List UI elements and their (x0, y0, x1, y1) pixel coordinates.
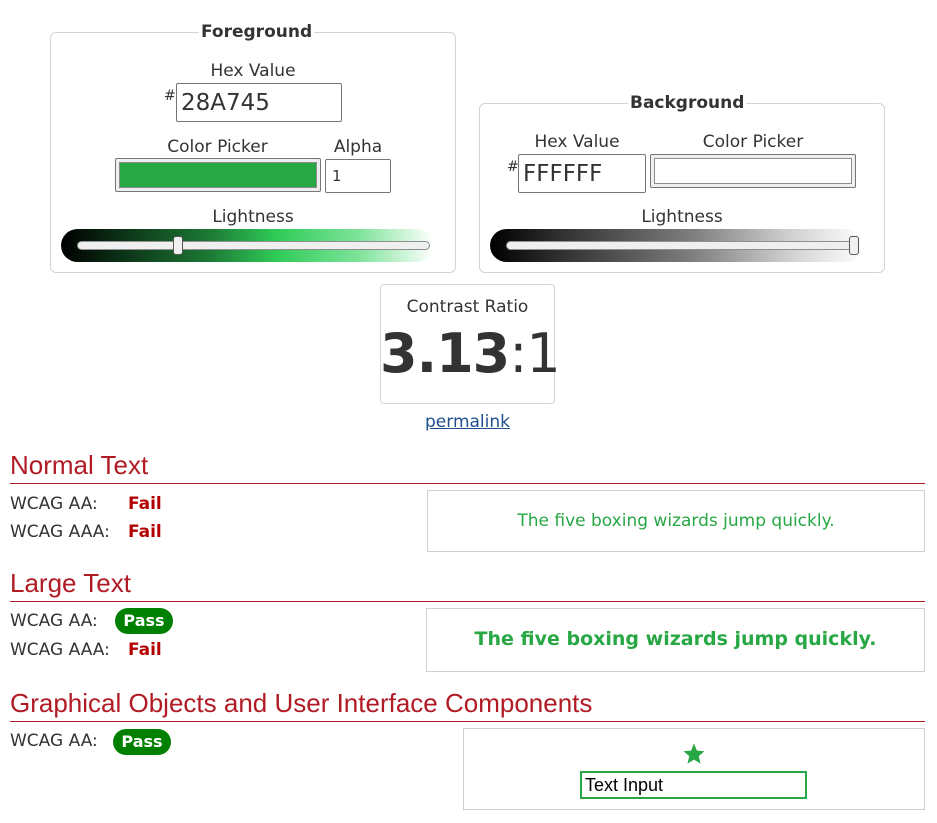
large-text-heading: Large Text (10, 568, 131, 598)
bg-lightness-thumb[interactable] (849, 236, 859, 255)
permalink-link[interactable]: permalink (380, 412, 555, 432)
fg-alpha-input[interactable] (325, 159, 391, 193)
normal-aaa-result: Fail (128, 522, 162, 542)
bg-lightness-slider[interactable] (490, 229, 863, 262)
fg-lightness-track (77, 241, 430, 250)
normal-text-heading: Normal Text (10, 450, 149, 480)
fg-hex-label: Hex Value (210, 61, 296, 81)
bg-color-picker[interactable] (650, 154, 856, 188)
fg-lightness-slider[interactable] (61, 229, 434, 262)
bg-lightness-track (506, 241, 859, 250)
graphical-aa-result: Pass (113, 729, 171, 755)
contrast-ratio-label: Contrast Ratio (406, 297, 529, 317)
large-aa-label: WCAG AA: (10, 611, 98, 631)
bg-color-swatch (654, 158, 852, 184)
contrast-ratio-number: 3.13 (380, 322, 510, 385)
normal-text-divider (10, 483, 925, 484)
star-icon (683, 743, 705, 764)
fg-alpha-label: Alpha (333, 137, 383, 157)
fg-hash-symbol: # (164, 88, 176, 104)
bg-hex-input[interactable] (518, 154, 646, 193)
normal-aaa-label: WCAG AAA: (10, 522, 110, 542)
foreground-legend: Foreground (201, 22, 313, 42)
fg-lightness-label: Lightness (212, 207, 294, 227)
bg-lightness-label: Lightness (641, 207, 723, 227)
normal-aa-label: WCAG AA: (10, 494, 98, 514)
bg-picker-label: Color Picker (702, 132, 804, 152)
large-aa-result: Pass (115, 608, 173, 634)
graphical-aa-label: WCAG AA: (10, 731, 98, 751)
contrast-ratio-value: 3.13:1 (380, 322, 561, 385)
background-legend: Background (630, 93, 745, 113)
large-aaa-result: Fail (128, 640, 162, 660)
normal-aa-result: Fail (128, 494, 162, 514)
text-input-sample[interactable] (580, 771, 807, 799)
fg-color-swatch (119, 162, 317, 188)
normal-text-sample: The five boxing wizards jump quickly. (517, 511, 835, 531)
large-text-sample: The five boxing wizards jump quickly. (474, 628, 877, 650)
large-text-divider (10, 601, 925, 602)
fg-hex-input[interactable] (176, 83, 342, 122)
fg-color-picker[interactable] (115, 158, 321, 192)
bg-hex-label: Hex Value (534, 132, 620, 152)
bg-hash-symbol: # (507, 159, 519, 175)
contrast-ratio-suffix: :1 (509, 322, 561, 385)
graphical-divider (10, 721, 925, 722)
large-aaa-label: WCAG AAA: (10, 640, 110, 660)
fg-lightness-thumb[interactable] (173, 236, 184, 255)
fg-picker-label: Color Picker (167, 137, 268, 157)
graphical-heading: Graphical Objects and User Interface Com… (10, 688, 593, 718)
